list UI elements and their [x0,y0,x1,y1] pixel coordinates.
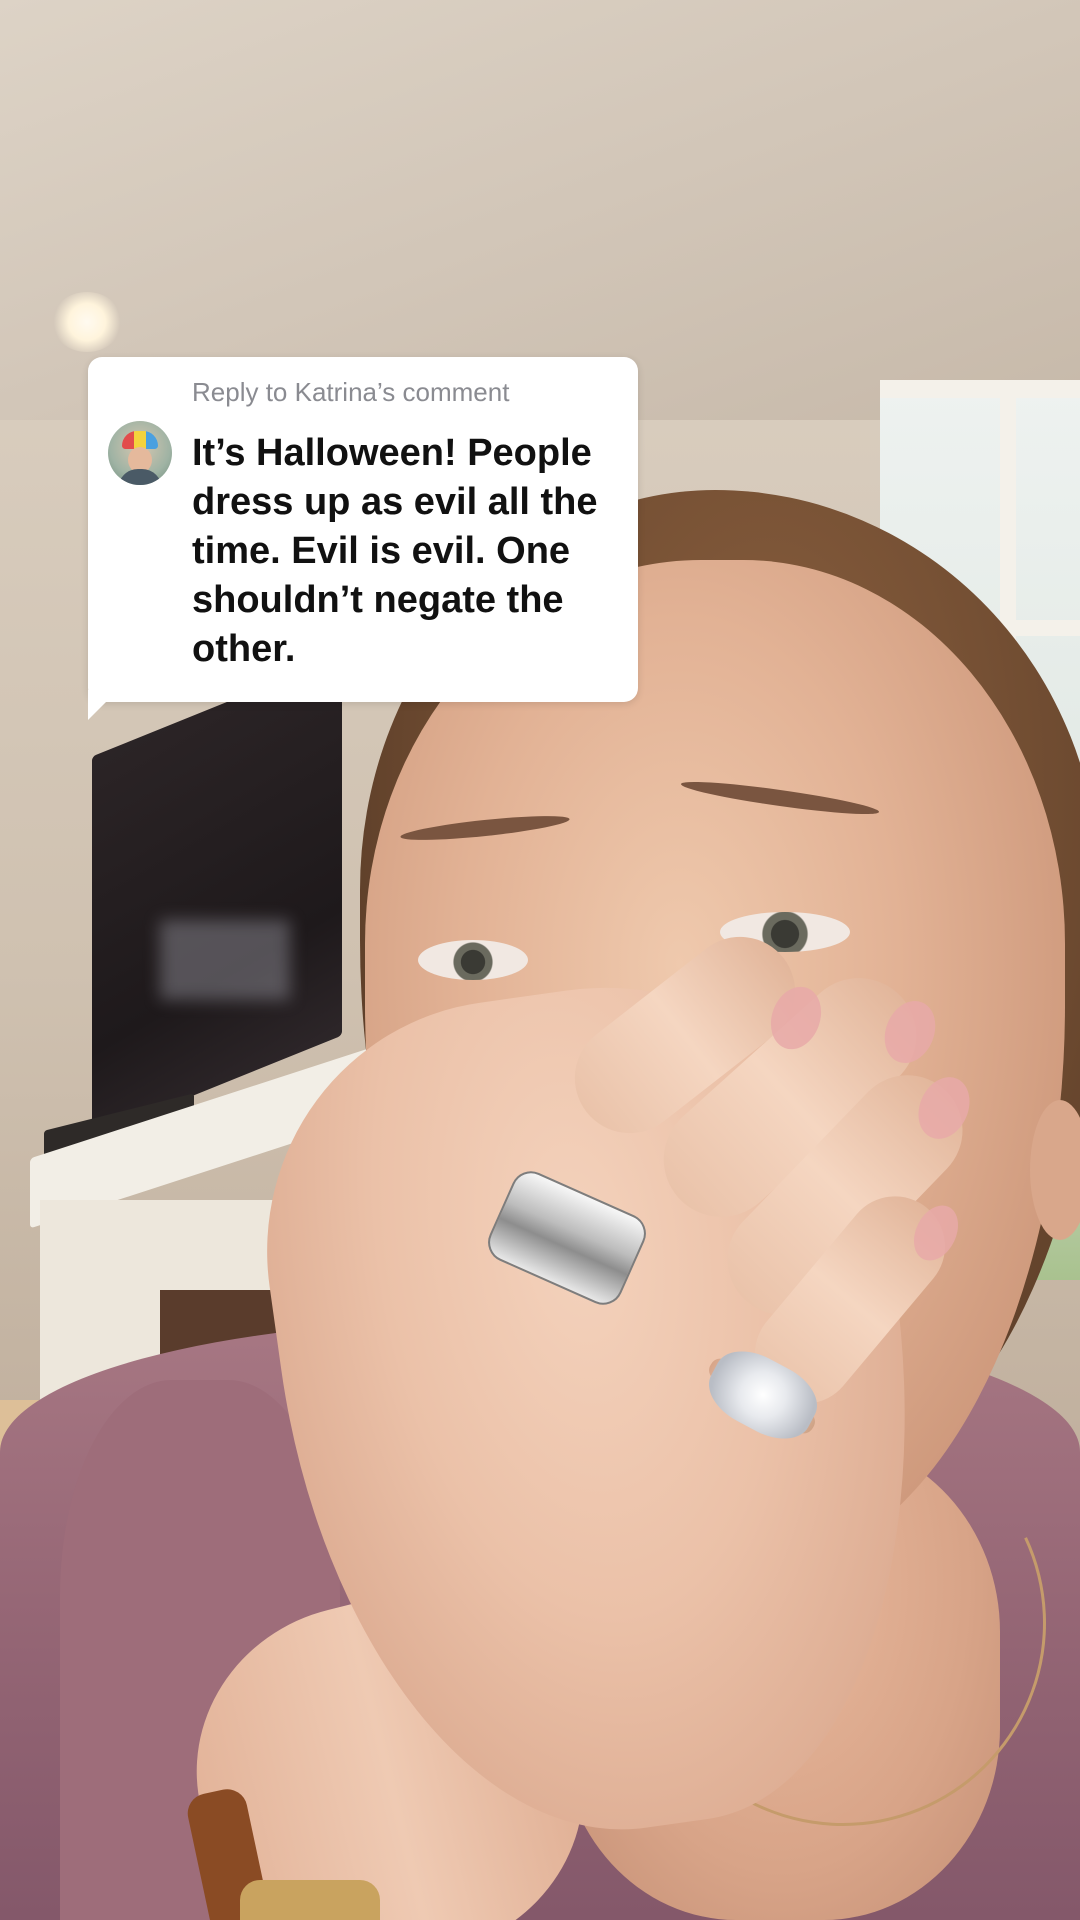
watch [240,1880,380,1920]
commenter-avatar-icon[interactable] [108,421,172,485]
left-eye [418,940,528,980]
reply-comment-card[interactable]: Reply to Katrina’s comment It’s Hallowee… [88,357,638,702]
avatar-body [118,469,162,485]
reply-bubble-tail [88,690,118,720]
reply-header: Reply to Katrina’s comment [192,377,510,407]
video-frame[interactable] [0,0,1080,1920]
comment-text: It’s Halloween! People dress up as evil … [192,432,598,670]
ceiling-light [52,292,122,352]
tv-reflection [160,920,290,1000]
